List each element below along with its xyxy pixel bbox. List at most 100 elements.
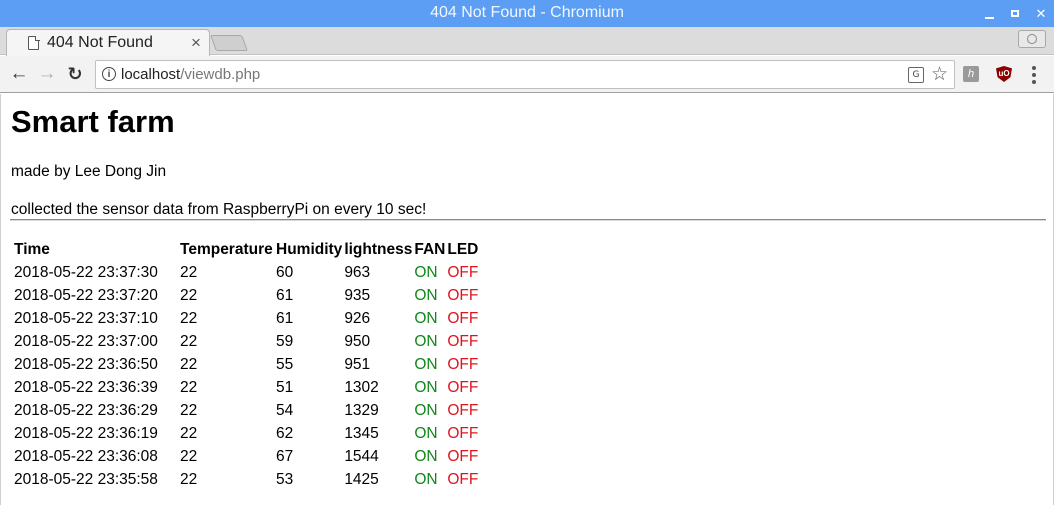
ublock-icon[interactable]: uO: [996, 66, 1012, 82]
cell-fan: ON: [414, 401, 438, 419]
column-header-fan: FAN: [414, 240, 446, 258]
cell-humidity: 53: [276, 470, 294, 488]
column-header-led: LED: [447, 240, 479, 258]
table-row: 2018-05-22 23:37:20 22 61 935 ON OFF: [14, 285, 478, 306]
cell-lightness: 1345: [344, 424, 379, 442]
cell-fan: ON: [414, 424, 438, 442]
cell-lightness: 1329: [344, 401, 379, 419]
maximize-icon: [1011, 10, 1019, 17]
new-tab-button[interactable]: [210, 35, 248, 51]
cell-fan: ON: [414, 309, 438, 327]
column-header-temperature: Temperature: [180, 240, 273, 258]
tab-title: 404 Not Found: [47, 34, 153, 51]
extension-icon[interactable]: h: [963, 66, 979, 82]
cell-led: OFF: [447, 309, 479, 327]
window-close-button[interactable]: ✕: [1028, 0, 1054, 27]
close-icon: ✕: [1035, 5, 1047, 21]
url-host: localhost: [121, 66, 181, 83]
arrow-right-icon: →: [37, 63, 57, 84]
cell-lightness: 935: [344, 286, 371, 304]
translate-icon[interactable]: G: [908, 67, 924, 83]
cell-fan: ON: [414, 332, 438, 350]
cell-fan: ON: [414, 447, 438, 465]
sensor-data-table: Time Temperature Humidity lightness FAN …: [12, 237, 480, 492]
table-row: 2018-05-22 23:37:10 22 61 926 ON OFF: [14, 308, 478, 329]
page-heading: Smart farm: [11, 104, 175, 139]
cell-lightness: 1302: [344, 378, 379, 396]
cell-time: 2018-05-22 23:35:58: [14, 470, 158, 488]
menu-dot: [1032, 80, 1036, 84]
profile-button[interactable]: [1018, 30, 1046, 48]
tab-strip: 404 Not Found ×: [0, 27, 1054, 56]
cell-time: 2018-05-22 23:36:29: [14, 401, 158, 419]
kebab-menu-icon[interactable]: [1032, 66, 1036, 84]
table-header-row: Time Temperature Humidity lightness FAN …: [14, 239, 478, 260]
table-row: 2018-05-22 23:36:50 22 55 951 ON OFF: [14, 354, 478, 375]
table-row: 2018-05-22 23:36:29 22 54 1329 ON OFF: [14, 400, 478, 421]
cell-temperature: 22: [180, 309, 198, 327]
cell-time: 2018-05-22 23:37:30: [14, 263, 158, 281]
cell-fan: ON: [414, 378, 438, 396]
cell-humidity: 54: [276, 401, 294, 419]
table-row: 2018-05-22 23:36:19 22 62 1345 ON OFF: [14, 423, 478, 444]
page-content: Smart farm made by Lee Dong Jin collecte…: [0, 94, 1054, 505]
maximize-button[interactable]: [1002, 0, 1028, 27]
author-text: made by Lee Dong Jin: [11, 163, 167, 180]
cell-time: 2018-05-22 23:37:10: [14, 309, 158, 327]
cell-led: OFF: [447, 424, 479, 442]
cell-led: OFF: [447, 355, 479, 373]
cell-time: 2018-05-22 23:37:20: [14, 286, 158, 304]
reload-button[interactable]: ↻: [64, 63, 86, 85]
info-icon[interactable]: i: [102, 67, 116, 81]
forward-button[interactable]: →: [36, 63, 58, 85]
cell-lightness: 963: [344, 263, 371, 281]
cell-fan: ON: [414, 263, 438, 281]
cell-humidity: 61: [276, 286, 294, 304]
column-header-time: Time: [14, 240, 50, 258]
table-row: 2018-05-22 23:35:58 22 53 1425 ON OFF: [14, 469, 478, 490]
cell-humidity: 67: [276, 447, 294, 465]
cell-led: OFF: [447, 378, 479, 396]
cell-temperature: 22: [180, 355, 198, 373]
back-button[interactable]: ←: [8, 63, 30, 85]
minimize-button[interactable]: [976, 0, 1002, 27]
cell-lightness: 1425: [344, 470, 379, 488]
window-controls: ✕: [976, 0, 1054, 27]
cell-temperature: 22: [180, 332, 198, 350]
cell-fan: ON: [414, 470, 438, 488]
divider: [10, 219, 1046, 221]
url-text[interactable]: localhost/viewdb.php: [121, 66, 260, 83]
cell-temperature: 22: [180, 401, 198, 419]
cell-temperature: 22: [180, 263, 198, 281]
cell-humidity: 51: [276, 378, 294, 396]
cell-time: 2018-05-22 23:36:39: [14, 378, 158, 396]
cell-fan: ON: [414, 286, 438, 304]
tab-close-icon[interactable]: ×: [191, 33, 201, 53]
tab-404-not-found[interactable]: 404 Not Found ×: [6, 29, 210, 56]
profile-icon: [1027, 34, 1037, 44]
cell-humidity: 59: [276, 332, 294, 350]
cell-lightness: 951: [344, 355, 371, 373]
cell-led: OFF: [447, 401, 479, 419]
cell-led: OFF: [447, 447, 479, 465]
cell-time: 2018-05-22 23:36:08: [14, 447, 158, 465]
cell-lightness: 926: [344, 309, 371, 327]
address-bar[interactable]: i localhost/viewdb.php G ☆: [95, 60, 955, 89]
star-icon[interactable]: ☆: [931, 63, 948, 86]
reload-icon: ↻: [67, 64, 83, 84]
browser-toolbar: ← → ↻ i localhost/viewdb.php G ☆ h uO: [0, 56, 1054, 93]
cell-led: OFF: [447, 263, 479, 281]
cell-temperature: 22: [180, 378, 198, 396]
description-text: collected the sensor data from Raspberry…: [11, 201, 427, 218]
cell-humidity: 62: [276, 424, 294, 442]
url-path: /viewdb.php: [180, 66, 261, 83]
column-header-humidity: Humidity: [276, 240, 343, 258]
window-title: 404 Not Found - Chromium: [430, 4, 624, 21]
window-titlebar[interactable]: 404 Not Found - Chromium ✕: [0, 0, 1054, 27]
cell-time: 2018-05-22 23:37:00: [14, 332, 158, 350]
cell-humidity: 55: [276, 355, 294, 373]
cell-temperature: 22: [180, 447, 198, 465]
table-row: 2018-05-22 23:36:39 22 51 1302 ON OFF: [14, 377, 478, 398]
cell-humidity: 60: [276, 263, 294, 281]
column-header-lightness: lightness: [344, 240, 413, 258]
